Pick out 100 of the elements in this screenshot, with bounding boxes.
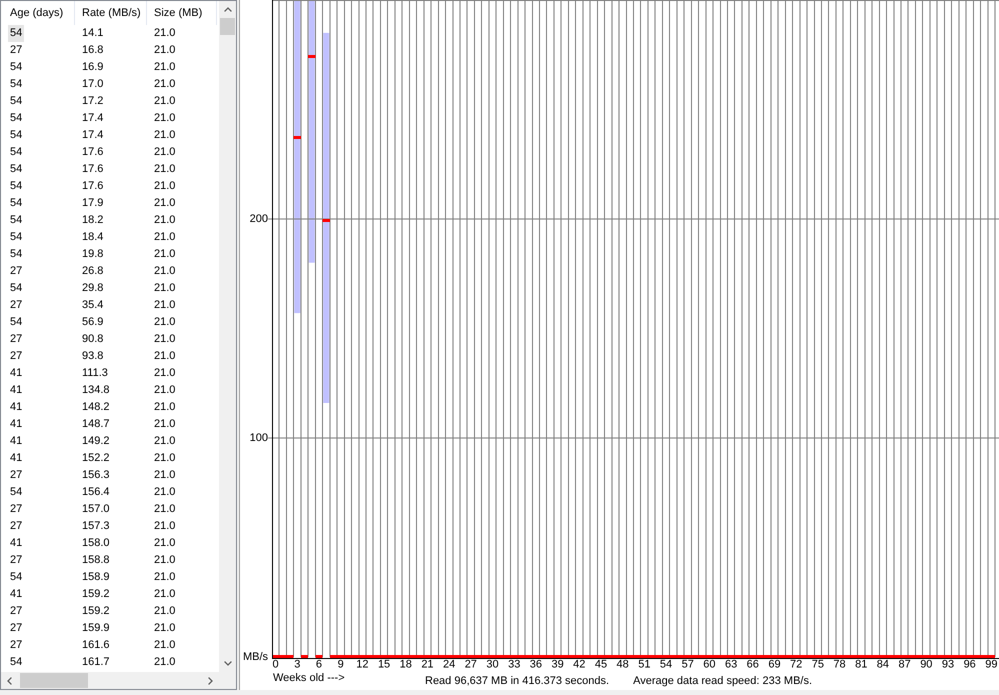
table-cell-text: 134.8 [81, 383, 111, 398]
table-cell-text: 152.2 [81, 451, 111, 466]
table-cell-text: 21.0 [153, 519, 176, 534]
table-cell-text: 148.7 [81, 417, 111, 432]
table-cell-text: 21.0 [153, 281, 176, 296]
table-cell-text: 54 [9, 570, 24, 585]
table-cell-text: 21.0 [153, 77, 176, 92]
x-tick-label: 15 [378, 658, 390, 670]
table-cell-text: 21.0 [153, 400, 176, 415]
table-cell-text: 21.0 [153, 264, 176, 279]
x-tick-label: 36 [530, 658, 542, 670]
table-cell-text: 54 [9, 179, 24, 194]
average-marker [294, 136, 301, 139]
table-cell-text: 27 [9, 43, 24, 58]
table-cell-text: 17.4 [81, 111, 104, 126]
table-cell-text: 27 [9, 332, 24, 347]
chevron-up-icon [224, 7, 232, 12]
table-cell-text: 159.9 [81, 621, 111, 636]
x-tick-label: 69 [768, 658, 781, 670]
table-cell-text: 27 [9, 502, 24, 517]
table-cell-text: 21.0 [153, 366, 176, 381]
table-cell-text: 41 [9, 383, 24, 398]
vertical-scrollbar[interactable] [219, 1, 236, 672]
table-cell-text: 17.2 [81, 94, 104, 109]
x-tick-label: 57 [682, 658, 694, 670]
table-cell-text: 21.0 [153, 145, 176, 160]
x-tick-label: 39 [551, 658, 564, 670]
x-tick-label: 12 [356, 658, 368, 670]
scrollbar-thumb[interactable] [20, 673, 88, 688]
table-cell-text: 21.0 [153, 60, 176, 75]
x-tick-label: 75 [812, 658, 824, 670]
table-cell-text: 27 [9, 638, 24, 653]
x-tick-label: 27 [464, 658, 477, 670]
table-cell-text: 17.6 [81, 179, 104, 194]
table-cell-text: 54 [9, 230, 24, 245]
table-cell-text: 41 [9, 451, 24, 466]
x-tick-label: 54 [660, 658, 672, 670]
table-cell-text: 21.0 [153, 179, 176, 194]
chevron-down-icon [224, 661, 232, 666]
average-marker [300, 655, 308, 658]
table-cell-text: 159.2 [81, 587, 111, 602]
table-cell-text: 158.9 [81, 570, 111, 585]
table-cell-text: 27 [9, 264, 24, 279]
table-cell-text: 41 [9, 587, 24, 602]
horizontal-scrollbar[interactable] [1, 672, 219, 689]
table-cell-text: 18.4 [81, 230, 104, 245]
table-cell-text: 41 [9, 434, 24, 449]
table-cell-text: 21.0 [153, 604, 176, 619]
table-cell-text: 21.0 [153, 230, 176, 245]
scrollbar-thumb[interactable] [220, 18, 235, 35]
table-cell-text: 157.3 [81, 519, 111, 534]
table-cell-text: 21.0 [153, 349, 176, 364]
table-cell-text: 158.8 [81, 553, 111, 568]
x-tick-label: 60 [703, 658, 716, 670]
x-axis-label: Weeks old ---> [273, 672, 346, 685]
table-cell-text: 21.0 [153, 621, 176, 636]
table-cell-text: 21.0 [153, 485, 176, 500]
average-marker [308, 54, 316, 58]
table-cell-text: 93.8 [81, 349, 104, 364]
table-cell-text: 111.3 [81, 366, 109, 381]
table-cell-text: 54 [9, 655, 24, 670]
table-cell-text: 21.0 [153, 383, 176, 398]
table-cell-text: 54 [9, 213, 24, 228]
table-cell-text: 17.4 [81, 128, 104, 143]
table-cell: 54 [8, 25, 24, 42]
y-tick-label: 100 [250, 432, 268, 444]
table-cell-text: 41 [9, 536, 24, 551]
table-cell-text: 21.0 [153, 26, 176, 41]
table-cell-text: 21.0 [153, 655, 176, 670]
table-cell-text: 21.0 [153, 213, 176, 228]
table-cell-text: 54 [9, 485, 24, 500]
table-cell-text: 41 [9, 400, 24, 415]
x-tick-label: 81 [855, 658, 868, 670]
table-cell-text: 16.8 [81, 43, 104, 58]
table-cell-text: 54 [9, 128, 24, 143]
x-tick-label: 66 [746, 658, 759, 670]
table-cell-text: 17.9 [81, 196, 104, 211]
table-cell-text: 21.0 [153, 196, 176, 211]
table-cell-text: 149.2 [81, 434, 111, 449]
x-tick-label: 9 [338, 658, 344, 670]
table-cell-text: 156.3 [81, 468, 111, 483]
table-cell-text: 21.0 [153, 417, 176, 432]
x-tick-label: 90 [920, 658, 932, 670]
table-cell-text: 27 [9, 298, 24, 313]
x-tick-label: 87 [898, 658, 911, 670]
table-cell-text: 161.7 [81, 655, 111, 670]
table-cell-text: 21.0 [153, 128, 176, 143]
x-tick-label: 6 [316, 658, 322, 670]
average-marker [322, 219, 330, 222]
x-tick-label: 21 [421, 658, 434, 670]
table-cell-text: 19.8 [81, 247, 104, 262]
table-cell-text: 54 [9, 162, 24, 177]
table-cell-text: 27 [9, 349, 24, 364]
table-cell-text: 54 [9, 196, 24, 211]
y-tick-label: 200 [250, 213, 268, 225]
table-cell-text: 148.2 [81, 400, 111, 415]
table-cell-text: 21.0 [153, 638, 176, 653]
chevron-right-icon [208, 676, 213, 684]
table-cell-text: 27 [9, 519, 24, 534]
table-cell-text: 27 [9, 553, 24, 568]
